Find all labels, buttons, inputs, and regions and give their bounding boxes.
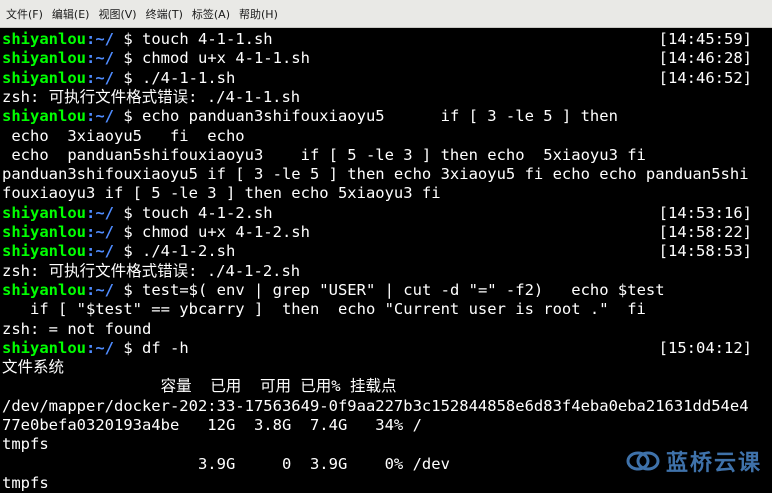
prompt-user: shiyanlou — [2, 280, 86, 299]
prompt-path: :~/ — [86, 49, 114, 68]
output-line: tmpfs — [2, 473, 49, 492]
output-line: 77e0befa0320193a4be 12G 3.8G 7.4G 34% / — [2, 416, 422, 434]
command-text: $ echo panduan3shifouxiaoyu5 if [ 3 -le … — [114, 107, 618, 126]
output-line: if [ "$test" == ybcarry ] then echo "Cur… — [2, 300, 646, 319]
command-text: $ chmod u+x 4-1-2.sh — [114, 223, 310, 241]
output-line: /dev/mapper/docker-202:33-17563649-0f9aa… — [2, 396, 749, 415]
timestamp: [14:46:28] — [658, 49, 752, 68]
output-line: 文件系统 — [2, 358, 65, 377]
prompt-path: :~/ — [86, 223, 114, 241]
command-text: $ chmod u+x 4-1-1.sh — [114, 49, 310, 68]
prompt-path: :~/ — [86, 68, 114, 87]
prompt-line: shiyanlou:~/ $ df -h [15:04:12] — [2, 339, 762, 358]
prompt-line: shiyanlou:~/ $ test=$( env | grep "USER"… — [2, 281, 762, 300]
terminal-output[interactable]: shiyanlou:~/ $ touch 4-1-1.sh [14:45:59] s… — [0, 28, 772, 493]
output-line: 3.9G 0 3.9G 0% /dev — [2, 454, 450, 473]
command-text: $ ./4-1-1.sh — [114, 68, 236, 87]
prompt-path: :~/ — [86, 280, 114, 299]
prompt-path: :~/ — [86, 30, 114, 48]
timestamp: [14:46:52] — [658, 68, 752, 87]
output-line: panduan3shifouxiaoyu5 if [ 3 -le 5 ] the… — [2, 165, 749, 184]
output-line: 容量 已用 可用 已用% 挂载点 — [2, 377, 397, 396]
prompt-line: shiyanlou:~/ $ ./4-1-2.sh [14:58:53] — [2, 242, 762, 261]
menu-terminal[interactable]: 终端(T) — [146, 6, 183, 22]
prompt-path: :~/ — [86, 338, 114, 357]
menu-view[interactable]: 视图(V) — [98, 6, 136, 22]
menu-file[interactable]: 文件(F) — [6, 6, 43, 22]
timestamp: [15:04:12] — [658, 338, 752, 357]
menu-help[interactable]: 帮助(H) — [239, 6, 278, 22]
timestamp: [14:45:59] — [658, 30, 752, 48]
timestamp: [14:58:53] — [658, 242, 752, 261]
prompt-line: shiyanlou:~/ $ echo panduan3shifouxiaoyu… — [2, 107, 762, 126]
command-text: $ touch 4-1-2.sh — [114, 203, 273, 222]
prompt-user: shiyanlou — [2, 49, 86, 68]
prompt-path: :~/ — [86, 242, 114, 261]
prompt-user: shiyanlou — [2, 223, 86, 241]
output-line: echo 3xiaoyu5 fi echo — [2, 126, 245, 145]
prompt-user: shiyanlou — [2, 107, 86, 126]
command-text: $ ./4-1-2.sh — [114, 242, 236, 261]
timestamp: [14:58:22] — [658, 223, 752, 241]
output-line: zsh: = not found — [2, 319, 152, 338]
prompt-line: shiyanlou:~/ $ touch 4-1-1.sh [14:45:59] — [2, 30, 762, 49]
output-line: zsh: 可执行文件格式错误: ./4-1-2.sh — [2, 261, 301, 280]
prompt-user: shiyanlou — [2, 203, 86, 222]
prompt-line: shiyanlou:~/ $ touch 4-1-2.sh [14:53:16] — [2, 204, 762, 223]
prompt-user: shiyanlou — [2, 68, 86, 87]
output-line: echo panduan5shifouxiaoyu3 if [ 5 -le 3 … — [2, 145, 646, 164]
command-text: $ df -h — [114, 338, 189, 357]
lanqiao-logo-icon — [626, 450, 660, 472]
watermark-logo: 蓝桥云课 — [626, 445, 762, 477]
menu-tabs[interactable]: 标签(A) — [192, 6, 230, 22]
prompt-line: shiyanlou:~/ $ ./4-1-1.sh [14:46:52] — [2, 69, 762, 88]
watermark-text: 蓝桥云课 — [665, 451, 762, 476]
prompt-line: shiyanlou:~/ $ chmod u+x 4-1-1.sh [14:46:… — [2, 49, 762, 68]
prompt-line: shiyanlou:~/ $ chmod u+x 4-1-2.sh [14:58:… — [2, 223, 762, 242]
prompt-path: :~/ — [86, 203, 114, 222]
prompt-path: :~/ — [86, 107, 114, 126]
terminal-menubar: 文件(F) 编辑(E) 视图(V) 终端(T) 标签(A) 帮助(H) — [0, 0, 772, 28]
command-text: $ test=$( env | grep "USER" | cut -d "="… — [114, 280, 665, 299]
output-line: zsh: 可执行文件格式错误: ./4-1-1.sh — [2, 87, 301, 106]
output-line: tmpfs — [2, 435, 49, 454]
prompt-user: shiyanlou — [2, 30, 86, 48]
timestamp: [14:53:16] — [658, 203, 752, 222]
prompt-user: shiyanlou — [2, 242, 86, 261]
output-line: fouxiaoyu3 if [ 5 -le 3 ] then echo 5xia… — [2, 184, 441, 203]
command-text: $ touch 4-1-1.sh — [114, 30, 273, 48]
prompt-user: shiyanlou — [2, 338, 86, 357]
menu-edit[interactable]: 编辑(E) — [52, 6, 90, 22]
